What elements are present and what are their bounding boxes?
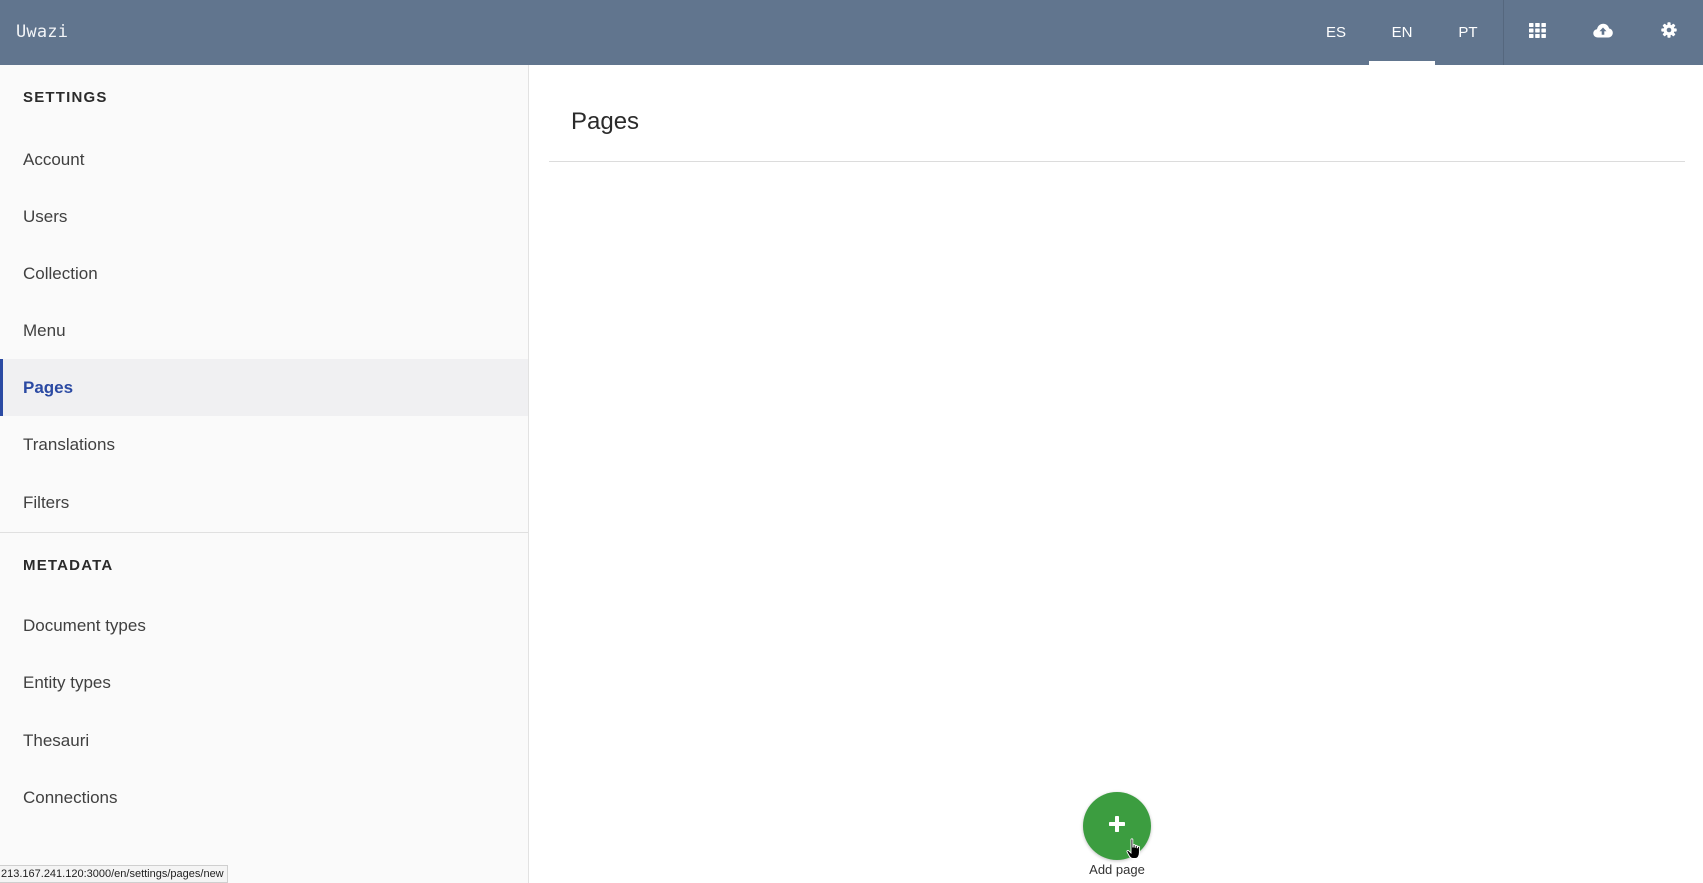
sidebar-item-collection[interactable]: Collection bbox=[0, 245, 528, 302]
sidebar-item-connections[interactable]: Connections bbox=[0, 769, 528, 826]
uploads-button[interactable] bbox=[1570, 0, 1636, 65]
gear-icon bbox=[1661, 22, 1677, 43]
lang-pt[interactable]: PT bbox=[1435, 0, 1501, 65]
grid-icon bbox=[1528, 22, 1546, 43]
section-divider bbox=[0, 532, 528, 533]
status-bar-url: 213.167.241.120:3000/en/settings/pages/n… bbox=[0, 865, 228, 883]
lang-en[interactable]: EN bbox=[1369, 0, 1435, 65]
sidebar-item-users[interactable]: Users bbox=[0, 188, 528, 245]
plus-icon bbox=[1108, 815, 1126, 838]
settings-button[interactable] bbox=[1636, 0, 1702, 65]
sidebar-item-account[interactable]: Account bbox=[0, 131, 528, 188]
metadata-section-header: METADATA bbox=[23, 557, 114, 574]
sidebar-item-document-types[interactable]: Document types bbox=[0, 597, 528, 654]
settings-section-header: SETTINGS bbox=[23, 89, 108, 106]
library-button[interactable] bbox=[1504, 0, 1570, 65]
sidebar-item-thesauri[interactable]: Thesauri bbox=[0, 712, 528, 769]
navbar-actions bbox=[1504, 0, 1702, 65]
sidebar-item-filters[interactable]: Filters bbox=[0, 474, 528, 531]
add-page-label[interactable]: Add page bbox=[1067, 862, 1167, 877]
cloud-upload-icon bbox=[1593, 23, 1613, 43]
language-switcher: ES EN PT bbox=[1303, 0, 1501, 65]
sidebar-item-translations[interactable]: Translations bbox=[0, 416, 528, 473]
sidebar-item-entity-types[interactable]: Entity types bbox=[0, 654, 528, 711]
main-content: Pages bbox=[530, 65, 1703, 883]
title-divider bbox=[549, 161, 1685, 162]
settings-sidebar: SETTINGS Account Users Collection Menu P… bbox=[0, 65, 529, 883]
lang-es[interactable]: ES bbox=[1303, 0, 1369, 65]
hand-cursor-icon bbox=[1126, 838, 1144, 865]
page-title: Pages bbox=[571, 108, 640, 135]
top-navbar: Uwazi ES EN PT bbox=[0, 0, 1703, 65]
sidebar-item-pages[interactable]: Pages bbox=[0, 359, 528, 416]
app-logo[interactable]: Uwazi bbox=[16, 22, 68, 42]
sidebar-item-menu[interactable]: Menu bbox=[0, 302, 528, 359]
